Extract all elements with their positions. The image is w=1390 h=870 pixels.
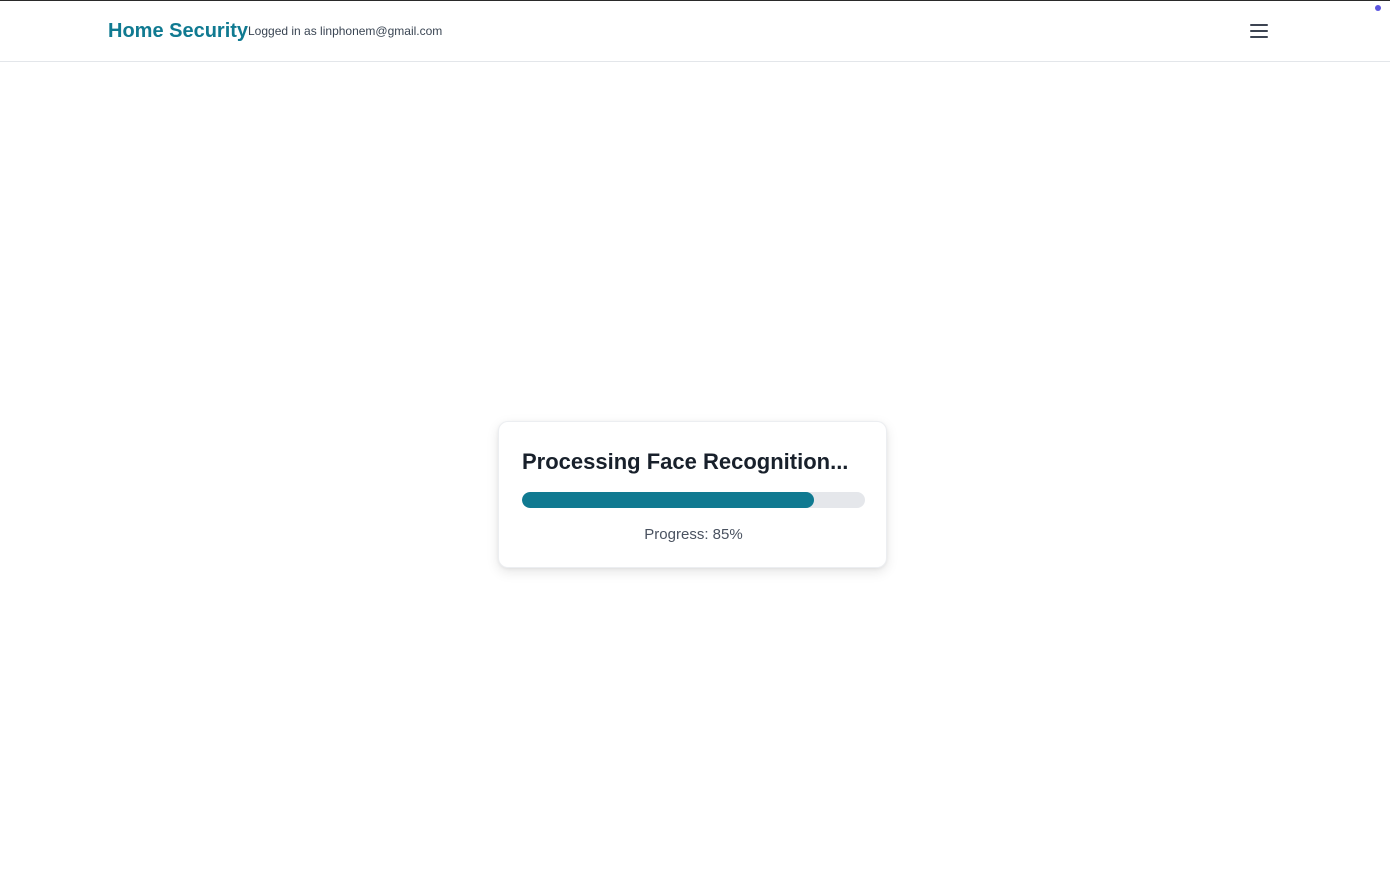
menu-button[interactable] xyxy=(1246,19,1272,43)
hamburger-menu-icon xyxy=(1250,24,1268,38)
progress-bar-fill xyxy=(522,492,814,508)
brand-title[interactable]: Home Security xyxy=(108,18,248,44)
app-page: Home Security Logged in as linphonem@gma… xyxy=(0,0,1390,870)
top-navbar: Home Security Logged in as linphonem@gma… xyxy=(0,1,1390,62)
logged-in-user-text: Logged in as linphonem@gmail.com xyxy=(248,24,443,38)
progress-bar xyxy=(522,492,865,508)
processing-card: Processing Face Recognition... Progress:… xyxy=(498,421,887,568)
processing-title: Processing Face Recognition... xyxy=(522,449,849,474)
status-dot-indicator xyxy=(1375,5,1381,11)
progress-label: Progress: 85% xyxy=(644,526,743,543)
